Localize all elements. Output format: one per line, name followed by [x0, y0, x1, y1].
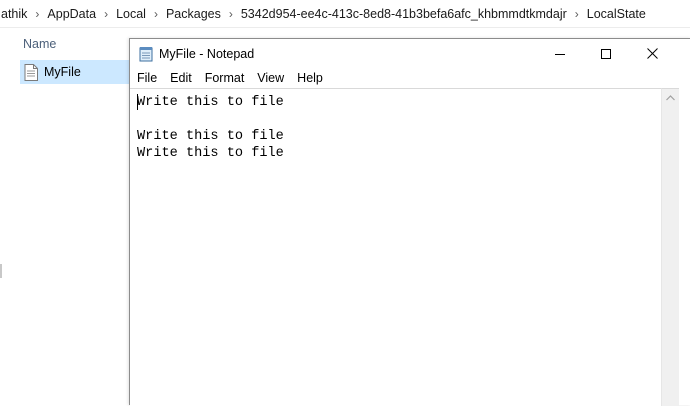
minimize-icon: [555, 53, 565, 55]
chevron-right-icon[interactable]: ›: [148, 7, 164, 21]
window-title: MyFile - Notepad: [159, 47, 255, 61]
minimize-button[interactable]: [537, 39, 583, 68]
breadcrumb-item-localstate[interactable]: LocalState: [585, 7, 648, 21]
menu-file[interactable]: File: [130, 71, 163, 85]
breadcrumb-item-local[interactable]: Local: [114, 7, 148, 21]
menu-edit[interactable]: Edit: [163, 71, 198, 85]
chevron-right-icon[interactable]: ›: [569, 7, 585, 21]
vertical-scrollbar[interactable]: [661, 88, 679, 406]
scroll-up-button[interactable]: [662, 89, 679, 106]
text-caret: [137, 94, 138, 110]
file-name: MyFile: [44, 65, 81, 79]
chevron-right-icon[interactable]: ›: [223, 7, 239, 21]
title-bar[interactable]: MyFile - Notepad: [130, 39, 690, 68]
text-file-icon: [24, 63, 38, 81]
menu-format[interactable]: Format: [198, 71, 251, 85]
menu-view[interactable]: View: [250, 71, 290, 85]
text-editor[interactable]: Write this to file Write this to file Wr…: [130, 88, 661, 406]
maximize-icon: [601, 48, 611, 59]
notepad-app-icon[interactable]: [138, 46, 154, 62]
column-header-name[interactable]: Name: [23, 37, 56, 51]
breadcrumb-item-appdata[interactable]: AppData: [45, 7, 98, 21]
maximize-button[interactable]: [583, 39, 629, 68]
breadcrumb-item-packages[interactable]: Packages: [164, 7, 223, 21]
close-icon: [646, 48, 658, 59]
editor-content[interactable]: Write this to file Write this to file Wr…: [137, 94, 284, 162]
close-button[interactable]: [629, 39, 675, 68]
menu-bar: File Edit Format View Help: [130, 68, 690, 88]
file-list-item[interactable]: MyFile: [20, 60, 132, 84]
breadcrumb-item-user[interactable]: athik: [0, 7, 29, 21]
scroll-edge: [0, 264, 2, 278]
chevron-right-icon[interactable]: ›: [98, 7, 114, 21]
chevron-right-icon[interactable]: ›: [29, 7, 45, 21]
menu-help[interactable]: Help: [290, 71, 329, 85]
breadcrumb: athik › AppData › Local › Packages › 534…: [0, 0, 690, 28]
chevron-up-icon: [666, 94, 675, 100]
notepad-window: MyFile - Notepad File Edit Format View H…: [129, 38, 690, 406]
breadcrumb-item-package-id[interactable]: 5342d954-ee4c-413c-8ed8-41b3befa6afc_khb…: [239, 7, 569, 21]
